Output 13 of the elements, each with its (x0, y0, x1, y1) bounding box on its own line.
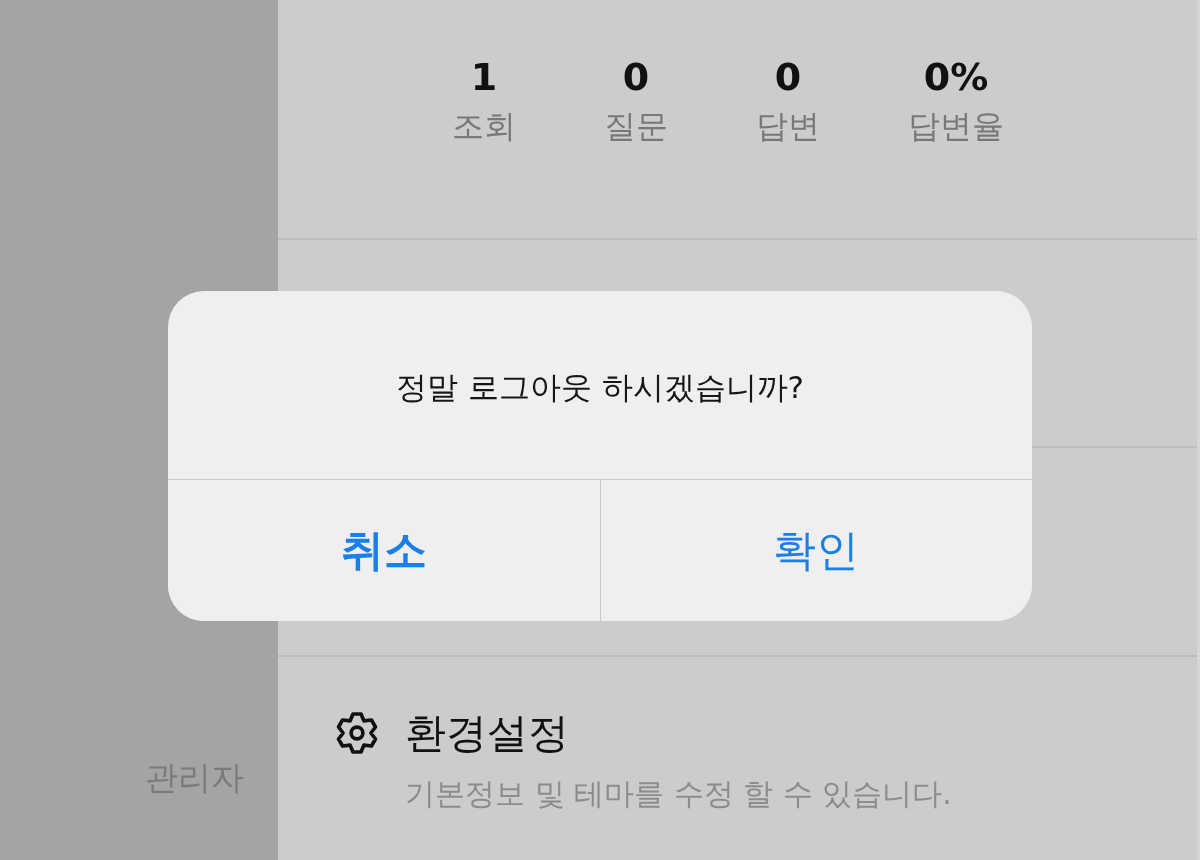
stat-label: 조회 (452, 106, 516, 146)
settings-title[interactable]: 환경설정 (405, 707, 569, 759)
settings-description: 기본정보 및 테마를 수정 할 수 있습니다. (405, 775, 952, 813)
settings-icon[interactable] (335, 711, 379, 755)
stat-label: 답변율 (908, 106, 1004, 146)
stat-value: 1 (470, 54, 498, 101)
stat-value: 0 (774, 54, 802, 101)
stat-value: 0% (923, 54, 989, 101)
alert-message: 정말 로그아웃 하시겠습니까? (395, 368, 805, 407)
stat-label: 질문 (604, 106, 668, 146)
stat-label: 답변 (756, 106, 820, 146)
alert-button[interactable]: 확인 (599, 480, 1032, 621)
stat-value: 0 (622, 54, 650, 101)
